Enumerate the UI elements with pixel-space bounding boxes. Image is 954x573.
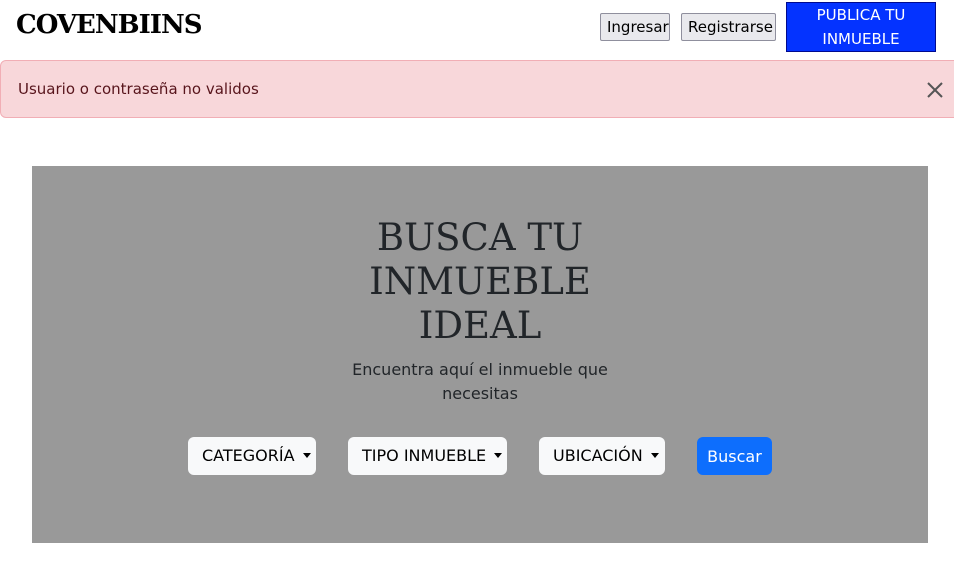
error-alert: Usuario o contraseña no validos	[0, 60, 954, 118]
hero-title-line: BUSCA TU	[376, 216, 584, 259]
property-type-dropdown-label: TIPO INMUEBLE	[362, 446, 487, 465]
caret-down-icon	[650, 453, 659, 458]
navbar: COVENBIINS Ingresar Registrarse PUBLICA …	[0, 0, 954, 56]
close-icon[interactable]	[923, 78, 947, 102]
hero-banner: BUSCA TU INMUEBLE IDEAL Encuentra aquí e…	[32, 166, 928, 543]
property-type-dropdown[interactable]: TIPO INMUEBLE	[348, 437, 507, 475]
category-dropdown-label: CATEGORÍA	[202, 446, 295, 465]
hero-title: BUSCA TU INMUEBLE IDEAL	[32, 216, 928, 348]
brand-logo[interactable]: COVENBIINS	[16, 10, 202, 40]
publish-property-button[interactable]: PUBLICA TU INMUEBLE	[786, 2, 936, 52]
location-dropdown[interactable]: UBICACIÓN	[539, 437, 665, 475]
hero-subtitle: Encuentra aquí el inmueble que necesitas	[352, 360, 608, 403]
login-button[interactable]: Ingresar	[600, 13, 670, 41]
register-button[interactable]: Registrarse	[681, 13, 776, 41]
hero-title-line: INMUEBLE	[369, 260, 591, 303]
search-button[interactable]: Buscar	[697, 437, 772, 475]
caret-down-icon	[494, 453, 503, 458]
category-dropdown[interactable]: CATEGORÍA	[188, 437, 316, 475]
caret-down-icon	[302, 453, 311, 458]
location-dropdown-label: UBICACIÓN	[553, 446, 643, 465]
hero-title-line: IDEAL	[418, 304, 542, 347]
alert-message: Usuario o contraseña no validos	[18, 80, 259, 98]
